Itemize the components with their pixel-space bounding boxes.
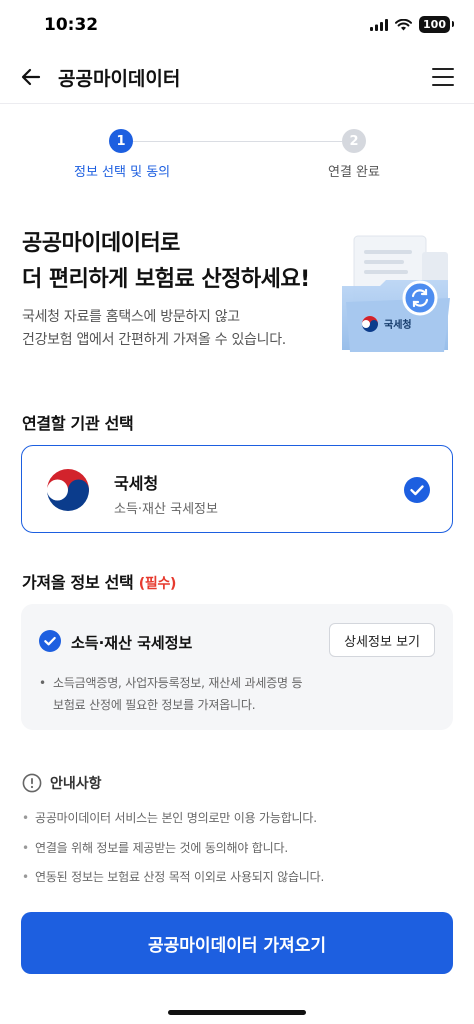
home-indicator: [168, 1010, 306, 1015]
hero-title-line1: 공공마이데이터로: [22, 231, 180, 256]
battery-icon: 100: [419, 16, 454, 33]
import-mydata-button[interactable]: 공공마이데이터 가져오기: [21, 912, 453, 974]
status-icons: 100: [370, 16, 454, 33]
menu-icon: [432, 68, 454, 86]
hero-description: 국세청 자료를 홈택스에 방문하지 않고 건강보험 앱에서 간편하게 가져올 수…: [22, 306, 286, 352]
app-header: 공공마이데이터: [0, 50, 474, 104]
hero-illustration: 국세청: [330, 228, 455, 358]
step-1-indicator: 1: [109, 129, 133, 153]
hero-title-line2: 더 편리하게 보험료 산정하세요!: [22, 267, 310, 292]
step-2-indicator: 2: [342, 129, 366, 153]
hero-desc-line2: 건강보험 앱에서 간편하게 가져올 수 있습니다.: [22, 332, 286, 348]
agency-name: 국세청: [114, 474, 159, 493]
info-desc-line1: 소득금액증명, 사업자등록정보, 재산세 과세증명 등: [53, 676, 303, 690]
step-2-label: 연결 완료: [328, 165, 380, 180]
check-circle-icon: [404, 477, 430, 503]
step-1-label: 정보 선택 및 동의: [74, 165, 171, 180]
wifi-icon: [395, 18, 413, 30]
notice-item: 공공마이데이터 서비스는 본인 명의로만 이용 가능합니다.: [22, 804, 324, 834]
info-item-title: 소득·재산 국세정보: [71, 634, 193, 652]
status-bar: 10:32 100: [0, 0, 474, 50]
stepper: 1 2 정보 선택 및 동의 연결 완료: [0, 127, 474, 187]
info-section-title-text: 가져올 정보 선택: [22, 573, 134, 592]
info-desc-line2: 보험료 산정에 필요한 정보를 가져옵니다.: [53, 698, 256, 712]
page-title: 공공마이데이터: [58, 68, 181, 90]
info-section-title: 가져올 정보 선택 (필수): [22, 569, 176, 593]
info-box: 소득·재산 국세정보 상세정보 보기 • 소득금액증명, 사업자등록정보, 재산세…: [21, 604, 453, 730]
notice-title: 안내사항: [50, 776, 102, 792]
info-circle-icon: [22, 773, 42, 793]
notice-item: 연결을 위해 정보를 제공받는 것에 동의해야 합니다.: [22, 834, 324, 864]
step-connector: [132, 141, 342, 142]
detail-info-button[interactable]: 상세정보 보기: [329, 623, 435, 657]
notice-item: 연동된 정보는 보험료 산정 목적 이외로 사용되지 않습니다.: [22, 863, 324, 893]
illustration-label: 국세청: [384, 318, 412, 331]
check-circle-icon[interactable]: [39, 630, 61, 652]
info-item-description: • 소득금액증명, 사업자등록정보, 재산세 과세증명 등 보험료 산정에 필요한…: [39, 672, 303, 716]
notice-list: 공공마이데이터 서비스는 본인 명의로만 이용 가능합니다. 연결을 위해 정보…: [22, 804, 324, 893]
hero-desc-line1: 국세청 자료를 홈택스에 방문하지 않고: [22, 309, 240, 325]
taegeuk-logo: [47, 469, 89, 511]
signal-icon: [370, 18, 389, 31]
agency-card-nts[interactable]: 국세청 소득·재산 국세정보: [21, 445, 453, 533]
back-button[interactable]: [16, 62, 46, 92]
required-badge: (필수): [138, 576, 177, 592]
hero-title: 공공마이데이터로 더 편리하게 보험료 산정하세요!: [22, 226, 310, 298]
notice-header: 안내사항: [22, 773, 102, 793]
back-arrow-icon: [21, 68, 41, 86]
agency-section-title: 연결할 기관 선택: [22, 414, 134, 433]
agency-description: 소득·재산 국세정보: [114, 502, 218, 517]
menu-button[interactable]: [428, 62, 458, 92]
status-time: 10:32: [44, 15, 99, 35]
